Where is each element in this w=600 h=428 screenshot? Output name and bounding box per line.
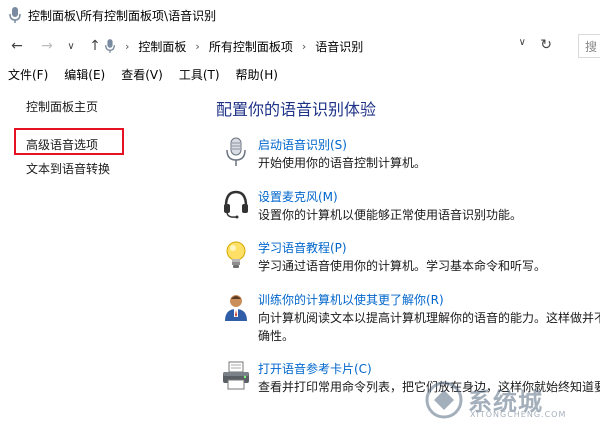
sidebar-item-control-panel-home[interactable]: 控制面板主页 (26, 98, 98, 115)
task-description: 设置你的计算机以便能够正常使用语音识别功能。 (258, 208, 523, 222)
headset-icon (224, 190, 248, 219)
address-dropdown-icon[interactable]: ∨ (519, 37, 526, 48)
menu-view[interactable]: 查看(V) (113, 66, 171, 83)
watermark-subtext: XITONGCHENG.COM (470, 410, 567, 419)
breadcrumb-all-items[interactable]: 所有控制面板项 (209, 38, 293, 55)
task-description: 开始使用你的语音控制计算机。 (258, 156, 427, 170)
recent-chevron-icon[interactable]: ∨ (60, 35, 82, 57)
up-arrow-icon[interactable]: ↑ (84, 35, 106, 57)
setup-microphone-link[interactable]: 设置麦克风(M) (258, 188, 338, 205)
window-title: 控制面板\所有控制面板项\语音识别 (28, 8, 217, 23)
speech-tutorial-link[interactable]: 学习语音教程(P) (258, 239, 347, 256)
watermark: 系统城 XITONGCHENG.COM (424, 380, 594, 422)
printer-icon (223, 361, 249, 390)
task-description-continued: 确性。 (258, 329, 295, 343)
task-description: 向计算机阅读文本以提高计算机理解你的语音的能力。这样做并不 (258, 311, 600, 325)
menu-bar: 文件(F) 编辑(E) 查看(V) 工具(T) 帮助(H) (0, 62, 600, 86)
menu-help[interactable]: 帮助(H) (228, 66, 286, 83)
microphone-icon (105, 39, 115, 53)
breadcrumb-control-panel[interactable]: 控制面板 (138, 38, 186, 55)
sidebar-item-advanced-speech-options[interactable]: 高级语音选项 (26, 136, 98, 153)
refresh-icon[interactable]: ↻ (540, 37, 552, 53)
forward-arrow-icon[interactable]: → (36, 35, 58, 57)
back-arrow-icon[interactable]: ← (6, 35, 28, 57)
start-speech-link[interactable]: 启动语音识别(S) (258, 136, 347, 153)
menu-tools[interactable]: 工具(T) (171, 66, 228, 83)
microphone-icon (226, 137, 246, 166)
reference-card-link[interactable]: 打开语音参考卡片(C) (258, 360, 372, 377)
microphone-icon (9, 7, 21, 23)
menu-file[interactable]: 文件(F) (0, 66, 56, 83)
breadcrumb-speech-recognition[interactable]: 语音识别 (315, 38, 363, 55)
title-bar: 控制面板\所有控制面板项\语音识别 (0, 0, 600, 30)
breadcrumb-separator-icon[interactable]: › (125, 40, 129, 53)
train-computer-link[interactable]: 训练你的计算机以使其更了解你(R) (258, 291, 444, 308)
watermark-logo-icon (425, 381, 463, 419)
lightbulb-icon (226, 241, 246, 268)
search-input[interactable]: 搜 (578, 34, 600, 58)
sidebar-item-text-to-speech[interactable]: 文本到语音转换 (26, 160, 110, 177)
address-field[interactable]: › 控制面板 › 所有控制面板项 › 语音识别 ∨ ↻ (104, 34, 562, 58)
breadcrumb-separator-icon[interactable]: › (302, 40, 306, 53)
page-title: 配置你的语音识别体验 (216, 100, 377, 119)
address-toolbar: ← → ∨ ↑ › 控制面板 › 所有控制面板项 › 语音识别 ∨ ↻ 搜 (0, 30, 600, 62)
menu-edit[interactable]: 编辑(E) (56, 66, 113, 83)
user-train-icon (225, 295, 247, 321)
task-description: 学习通过语音使用你的计算机。学习基本命令和听写。 (258, 259, 547, 273)
breadcrumb-separator-icon[interactable]: › (195, 40, 199, 53)
